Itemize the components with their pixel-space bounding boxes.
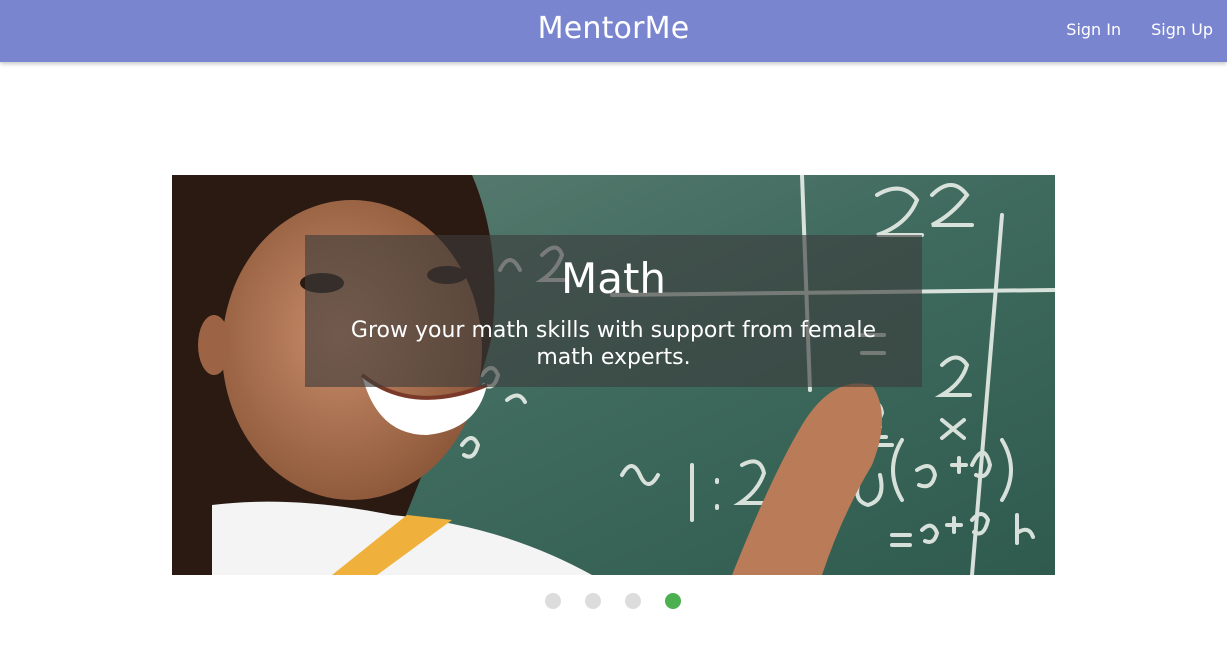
slide-caption: Math Grow your math skills with support … — [305, 235, 922, 387]
carousel-indicators — [545, 593, 681, 609]
carousel-indicator-2[interactable] — [585, 593, 601, 609]
slide-title: Math — [560, 254, 667, 303]
sign-up-link[interactable]: Sign Up — [1151, 19, 1213, 41]
carousel-indicator-1[interactable] — [545, 593, 561, 609]
carousel-indicator-4[interactable] — [665, 593, 681, 609]
slide-description: Grow your math skills with support from … — [350, 318, 877, 370]
sign-in-link[interactable]: Sign In — [1066, 19, 1121, 41]
auth-links: Sign In Sign Up — [1066, 19, 1213, 41]
brand-logo[interactable]: MentorMe — [0, 10, 1227, 48]
top-navbar: MentorMe Sign In Sign Up — [0, 0, 1227, 62]
hero-carousel: Math Grow your math skills with support … — [172, 175, 1055, 575]
carousel-indicator-3[interactable] — [625, 593, 641, 609]
